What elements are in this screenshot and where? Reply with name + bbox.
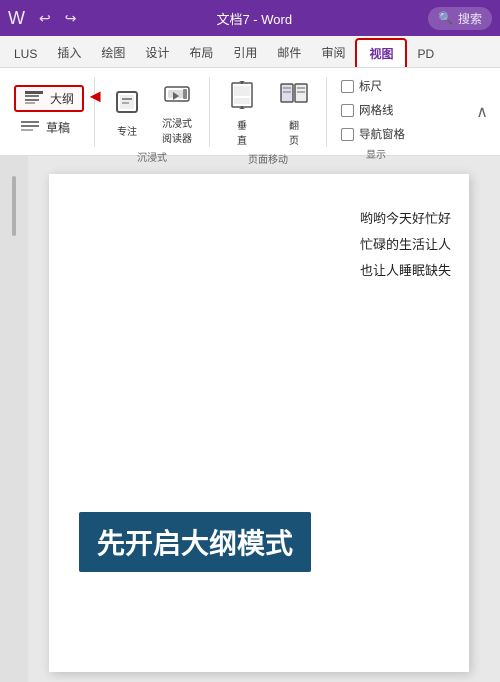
flip-label: 翻页 [289,117,299,147]
undo-icon[interactable]: ↩ [35,8,55,29]
focus-icon [113,88,141,121]
nav-pane-checkbox-box [341,128,354,141]
tab-mailings[interactable]: 邮件 [267,38,311,67]
chevron-icon: ∧ [476,102,488,122]
search-bar[interactable]: 🔍 搜索 [428,7,492,30]
immersive-reader-button[interactable]: 沉浸式阅读器 [153,76,201,149]
display-group: 标尺 网格线 导航窗格 显示 [331,72,421,151]
focus-label: 专注 [117,123,137,138]
doc-left-panel [0,156,28,682]
tab-review[interactable]: 审阅 [311,38,355,67]
page-wrapper: 哟哟今天好忙好 忙碌的生活让人 也让人睡眠缺失 先开启大纲模式 [28,156,500,682]
document-area: 哟哟今天好忙好 忙碌的生活让人 也让人睡眠缺失 先开启大纲模式 [0,156,500,682]
immersive-reader-icon [163,80,191,113]
ruler-label: 标尺 [359,78,382,94]
document-page[interactable]: 哟哟今天好忙好 忙碌的生活让人 也让人睡眠缺失 先开启大纲模式 [49,174,469,672]
view-modes-group: 大纲 草稿 ◄ [8,72,90,151]
divider-3 [326,77,327,147]
immersive-buttons: 专注 沉浸式阅读器 [103,76,201,149]
flip-page-button[interactable]: 翻页 [270,76,318,151]
doc-text-line-3: 也让人睡眠缺失 [360,258,451,284]
search-icon: 🔍 [438,11,453,25]
ribbon-panel: 大纲 草稿 ◄ [0,68,500,156]
checkbox-list: 标尺 网格线 导航窗格 [341,78,411,142]
outline-icon [24,90,44,106]
vertical-label: 垂直 [237,117,247,147]
page-move-buttons: 垂直 翻页 [218,76,318,151]
ribbon-tab-bar: LUS 插入 绘图 设计 布局 引用 邮件 审阅 视图 PD [0,36,500,68]
immersive-group: 专注 沉浸式阅读器 沉浸式 [99,72,205,151]
draft-label: 草稿 [46,119,70,136]
arrow-indicator: ◄ [86,86,104,107]
vertical-icon [227,80,257,115]
draft-mode-button[interactable]: 草稿 [14,116,84,139]
document-title: 文档7 - Word [80,9,428,28]
draft-icon [20,119,40,135]
outline-label: 大纲 [50,90,74,107]
gridlines-label: 网格线 [359,102,394,118]
tab-lus[interactable]: LUS [4,41,47,67]
word-logo-icon: W [8,8,25,29]
redo-icon[interactable]: ↪ [61,8,81,29]
tab-draw[interactable]: 绘图 [91,38,135,67]
divider-2 [209,77,210,147]
outline-mode-button[interactable]: 大纲 [14,85,84,112]
tab-references[interactable]: 引用 [223,38,267,67]
tab-insert[interactable]: 插入 [47,38,91,67]
nav-pane-label: 导航窗格 [359,126,405,142]
page-move-group: 垂直 翻页 页面移动 [214,72,322,151]
tab-layout[interactable]: 布局 [179,38,223,67]
nav-pane-checkbox[interactable]: 导航窗格 [341,126,411,142]
tab-pd[interactable]: PD [407,41,444,67]
tab-view[interactable]: 视图 [355,38,407,67]
scroll-indicator [12,176,16,236]
ruler-checkbox[interactable]: 标尺 [341,78,411,94]
focus-button[interactable]: 专注 [103,84,151,142]
gridlines-checkbox[interactable]: 网格线 [341,102,411,118]
title-bar-quick-access: W ↩ ↪ [8,8,80,29]
flip-icon [279,80,309,115]
ribbon-collapse-btn[interactable]: ∧ [472,72,492,151]
gridlines-checkbox-box [341,104,354,117]
ruler-checkbox-box [341,80,354,93]
immersive-reader-label: 沉浸式阅读器 [162,115,192,145]
highlight-annotation-box: 先开启大纲模式 [79,512,311,572]
doc-text-line-1: 哟哟今天好忙好 [360,206,451,232]
vertical-scroll-button[interactable]: 垂直 [218,76,266,151]
title-bar: W ↩ ↪ 文档7 - Word 🔍 搜索 [0,0,500,36]
doc-text-block: 哟哟今天好忙好 忙碌的生活让人 也让人睡眠缺失 [360,206,451,284]
tab-design[interactable]: 设计 [135,38,179,67]
doc-text-line-2: 忙碌的生活让人 [360,232,451,258]
search-label: 搜索 [458,10,482,27]
